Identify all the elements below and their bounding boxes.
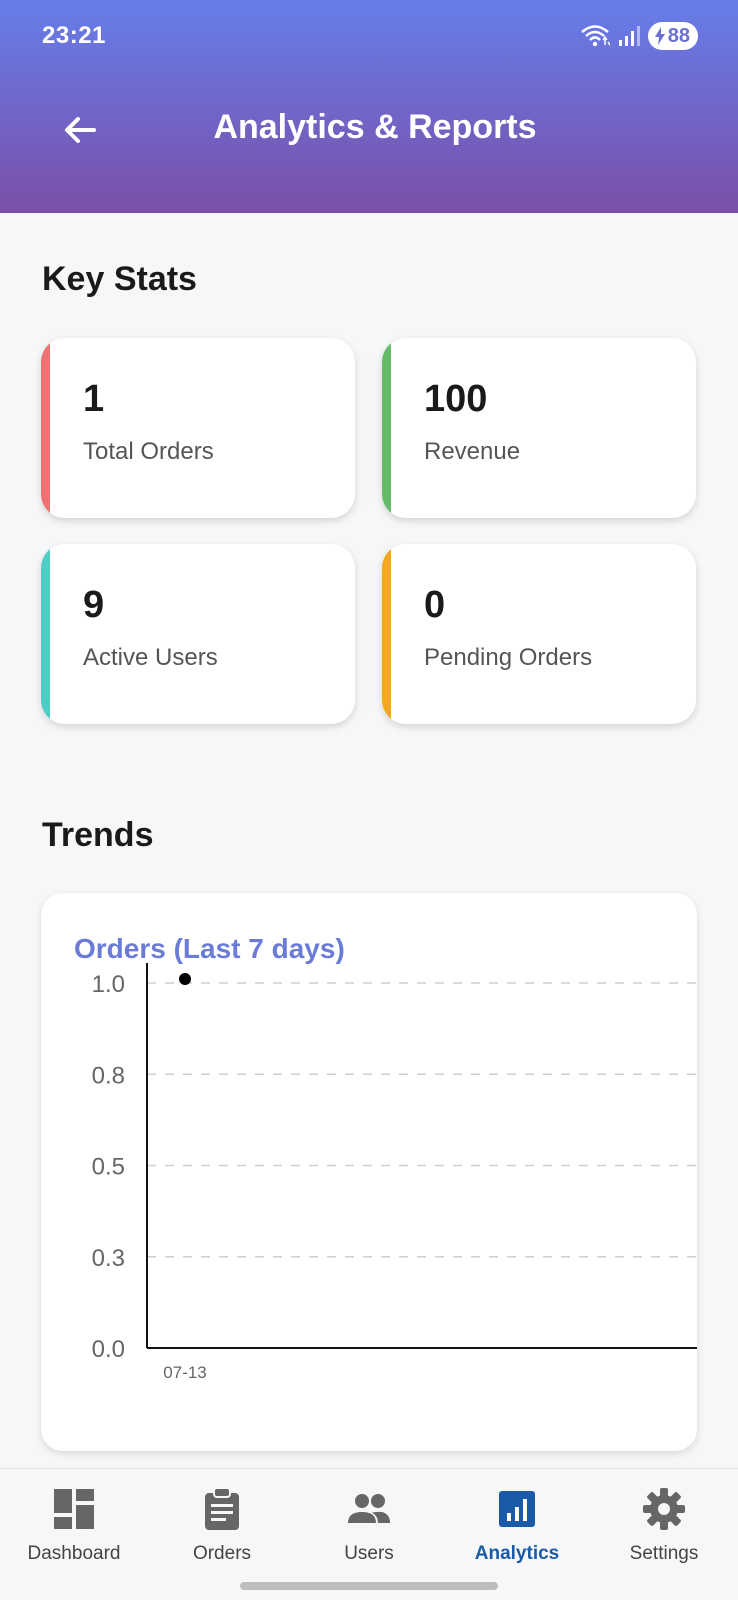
key-stats-title: Key Stats (42, 260, 197, 298)
stat-value: 0 (424, 584, 446, 626)
wifi-icon (580, 25, 610, 47)
stat-value: 100 (424, 378, 488, 420)
y-tick-label: 0.8 (92, 1062, 125, 1089)
page-title: Analytics & Reports (213, 108, 537, 146)
signal-icon (618, 26, 640, 46)
stat-value: 9 (83, 584, 105, 626)
analytics-icon (499, 1491, 535, 1527)
nav-label: Users (344, 1543, 394, 1564)
nav-item-dashboard[interactable]: Dashboard (0, 1487, 148, 1577)
nav-label: Settings (629, 1543, 699, 1564)
stat-card-pending-orders[interactable]: 0 Pending Orders (382, 544, 696, 724)
status-icons: 88 (580, 20, 698, 52)
nav-label: Orders (192, 1543, 252, 1564)
bottom-nav: Dashboard Orders Users Analytics Setting… (0, 1468, 738, 1600)
app-header: 23:21 88 Analytics & Reports (0, 0, 738, 213)
card-accent (382, 544, 391, 724)
home-indicator (240, 1582, 498, 1590)
stat-label: Total Orders (83, 438, 214, 465)
status-time: 23:21 (42, 22, 106, 49)
y-tick-label: 0.3 (92, 1245, 125, 1272)
nav-label: Analytics (474, 1543, 560, 1564)
nav-label: Dashboard (27, 1543, 121, 1564)
users-icon (348, 1494, 390, 1523)
y-tick-label: 0.5 (92, 1154, 125, 1181)
x-tick-label: 07-13 (163, 1363, 206, 1382)
battery-level: 88 (667, 24, 690, 47)
dashboard-icon (54, 1489, 94, 1529)
clipboard-icon (205, 1487, 239, 1530)
stat-label: Pending Orders (424, 644, 593, 671)
card-accent (41, 338, 50, 518)
stat-card-active-users[interactable]: 9 Active Users (41, 544, 355, 724)
title-row: Analytics & Reports (0, 100, 738, 160)
card-accent (41, 544, 50, 724)
data-point (179, 973, 191, 985)
status-bar: 23:21 88 (0, 0, 738, 72)
y-tick-label: 1.0 (92, 971, 125, 998)
orders-chart: 0.0 0.3 0.5 0.8 1.0 07-13 (92, 963, 697, 1382)
nav-item-orders[interactable]: Orders (148, 1487, 296, 1577)
battery-indicator: 88 (647, 22, 698, 50)
charging-bolt-icon (654, 27, 665, 45)
nav-item-settings[interactable]: Settings (590, 1487, 738, 1577)
stat-label: Revenue (424, 438, 521, 465)
trends-title: Trends (42, 816, 154, 854)
card-accent (382, 338, 391, 518)
y-tick-label: 0.0 (92, 1336, 125, 1363)
nav-item-analytics[interactable]: Analytics (443, 1487, 591, 1577)
orders-chart-card: Orders (Last 7 days) 0.0 0.3 0.5 0.8 1.0 07-1… (41, 893, 697, 1451)
stat-value: 1 (83, 378, 105, 420)
stat-label: Active Users (83, 644, 218, 671)
gear-icon (643, 1488, 685, 1530)
stat-card-total-orders[interactable]: 1 Total Orders (41, 338, 355, 518)
stat-card-revenue[interactable]: 100 Revenue (382, 338, 696, 518)
nav-item-users[interactable]: Users (295, 1487, 443, 1577)
